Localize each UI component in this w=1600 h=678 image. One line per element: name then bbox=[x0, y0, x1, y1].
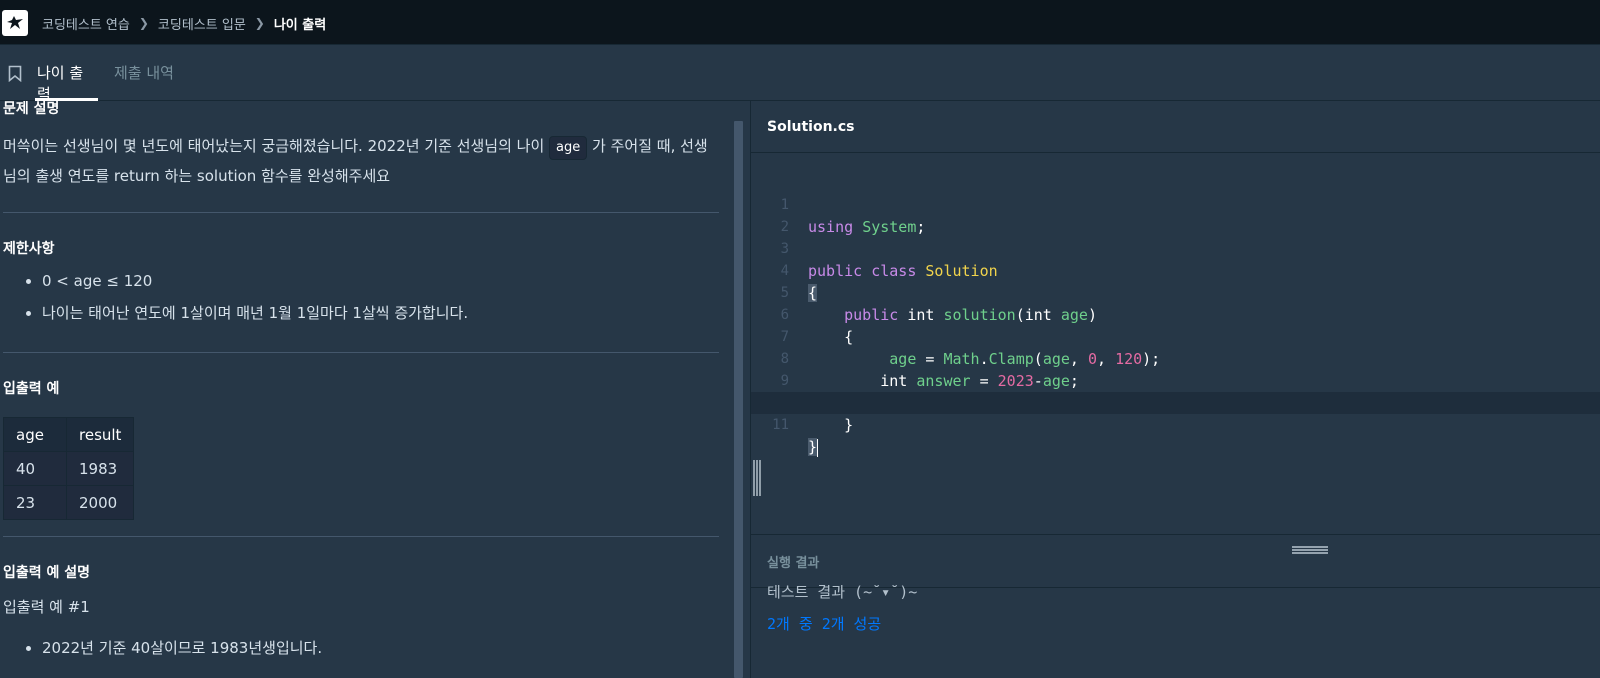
problem-scrollbar[interactable] bbox=[734, 121, 743, 678]
file-name[interactable]: Solution.cs bbox=[767, 119, 855, 135]
description-title: 문제 설명 bbox=[3, 101, 60, 117]
table-cell: 2000 bbox=[65, 485, 135, 520]
table-cell: 23 bbox=[3, 485, 67, 520]
line-number: 11 bbox=[772, 417, 789, 433]
result-summary: 2개 중 2개 성공 bbox=[767, 615, 882, 633]
code-line: 1 using System; bbox=[751, 172, 1600, 236]
table-cell: 1983 bbox=[65, 451, 135, 486]
editor-panel: Solution.cs 1 using System; 2 3 public c… bbox=[751, 101, 1600, 678]
file-tab-bar: Solution.cs bbox=[751, 101, 1600, 153]
io-example-list: 2022년 기준 40살이므로 1983년생입니다. bbox=[42, 632, 322, 664]
table-header: result bbox=[65, 417, 135, 452]
constraints-list: 0 < age ≤ 120 나이는 태어난 연도에 1살이며 매년 1월 1일마… bbox=[42, 265, 468, 329]
table-row: 23 2000 bbox=[3, 485, 135, 520]
code-line: 7 age = Math.Clamp(age, 0, 120); bbox=[751, 304, 1600, 368]
divider bbox=[3, 536, 719, 537]
code-line: 9 return answer; bbox=[751, 348, 1600, 412]
breadcrumb-item-practice[interactable]: 코딩테스트 연습 bbox=[42, 14, 130, 33]
programmers-logo[interactable] bbox=[2, 10, 28, 36]
bookmark-icon[interactable] bbox=[8, 65, 22, 86]
code-line: 5 public int solution(int age) bbox=[751, 260, 1600, 324]
table-header: age bbox=[3, 417, 67, 452]
code-line: 10 } bbox=[751, 370, 1600, 434]
code-line: 4 { bbox=[751, 238, 1600, 302]
list-item: 2022년 기준 40살이므로 1983년생입니다. bbox=[42, 632, 322, 664]
table-cell: 40 bbox=[3, 451, 67, 486]
problem-description: 머쓱이는 선생님이 몇 년도에 태어났는지 궁금해졌습니다. 2022년 기준 … bbox=[3, 131, 719, 191]
breadcrumb-item-intro[interactable]: 코딩테스트 입문 bbox=[158, 14, 246, 33]
code-chip-age: age bbox=[549, 136, 588, 160]
breadcrumb-current: 나이 출력 bbox=[273, 17, 327, 33]
io-example-label: 입출력 예 #1 bbox=[3, 598, 90, 616]
top-bar: 코딩테스트 연습 ❯ 코딩테스트 입문 ❯ 나이 출력 bbox=[0, 0, 1600, 45]
code-editor[interactable]: 1 using System; 2 3 public class Solutio… bbox=[751, 154, 1600, 534]
resize-grip-icon[interactable] bbox=[1292, 540, 1328, 559]
breadcrumb: 코딩테스트 연습 ❯ 코딩테스트 입문 ❯ 나이 출력 bbox=[42, 13, 326, 33]
result-divider bbox=[751, 534, 1600, 535]
divider bbox=[3, 352, 719, 353]
io-explain-title: 입출력 예 설명 bbox=[3, 565, 91, 581]
code-line: 8 int answer = 2023-age; bbox=[751, 326, 1600, 390]
problem-panel: 문제 설명 머쓱이는 선생님이 몇 년도에 태어났는지 궁금해졌습니다. 202… bbox=[0, 101, 730, 678]
chevron-right-icon: ❯ bbox=[138, 16, 149, 30]
list-item: 나이는 태어난 연도에 1살이며 매년 1월 1일마다 1살씩 증가합니다. bbox=[42, 297, 468, 329]
code-line: 6 { bbox=[751, 282, 1600, 346]
result-title: 실행 결과 bbox=[767, 556, 820, 571]
description-text-1: 머쓱이는 선생님이 몇 년도에 태어났는지 궁금해졌습니다. 2022년 기준 … bbox=[3, 137, 545, 155]
result-header-text: 테스트 결과 (~˘▾˘)~ bbox=[767, 585, 918, 601]
io-table: age result 40 1983 23 2000 bbox=[3, 417, 135, 520]
code-line-current: 11 } bbox=[751, 392, 1600, 457]
logo-icon bbox=[7, 16, 23, 29]
text-caret bbox=[817, 438, 819, 457]
code-line: 3 public class Solution bbox=[751, 216, 1600, 280]
code-line: 2 bbox=[751, 194, 1600, 235]
table-header-row: age result bbox=[3, 417, 135, 452]
tab-submissions[interactable]: 제출 내역 bbox=[114, 62, 174, 101]
table-row: 40 1983 bbox=[3, 451, 135, 486]
list-item: 0 < age ≤ 120 bbox=[42, 265, 468, 297]
divider bbox=[3, 212, 719, 213]
tab-bar: 나이 출력 제출 내역 bbox=[0, 45, 1600, 103]
tab-problem[interactable]: 나이 출력 bbox=[35, 62, 98, 103]
chevron-right-icon: ❯ bbox=[254, 16, 265, 30]
io-title: 입출력 예 bbox=[3, 381, 60, 397]
constraints-title: 제한사항 bbox=[3, 241, 55, 257]
